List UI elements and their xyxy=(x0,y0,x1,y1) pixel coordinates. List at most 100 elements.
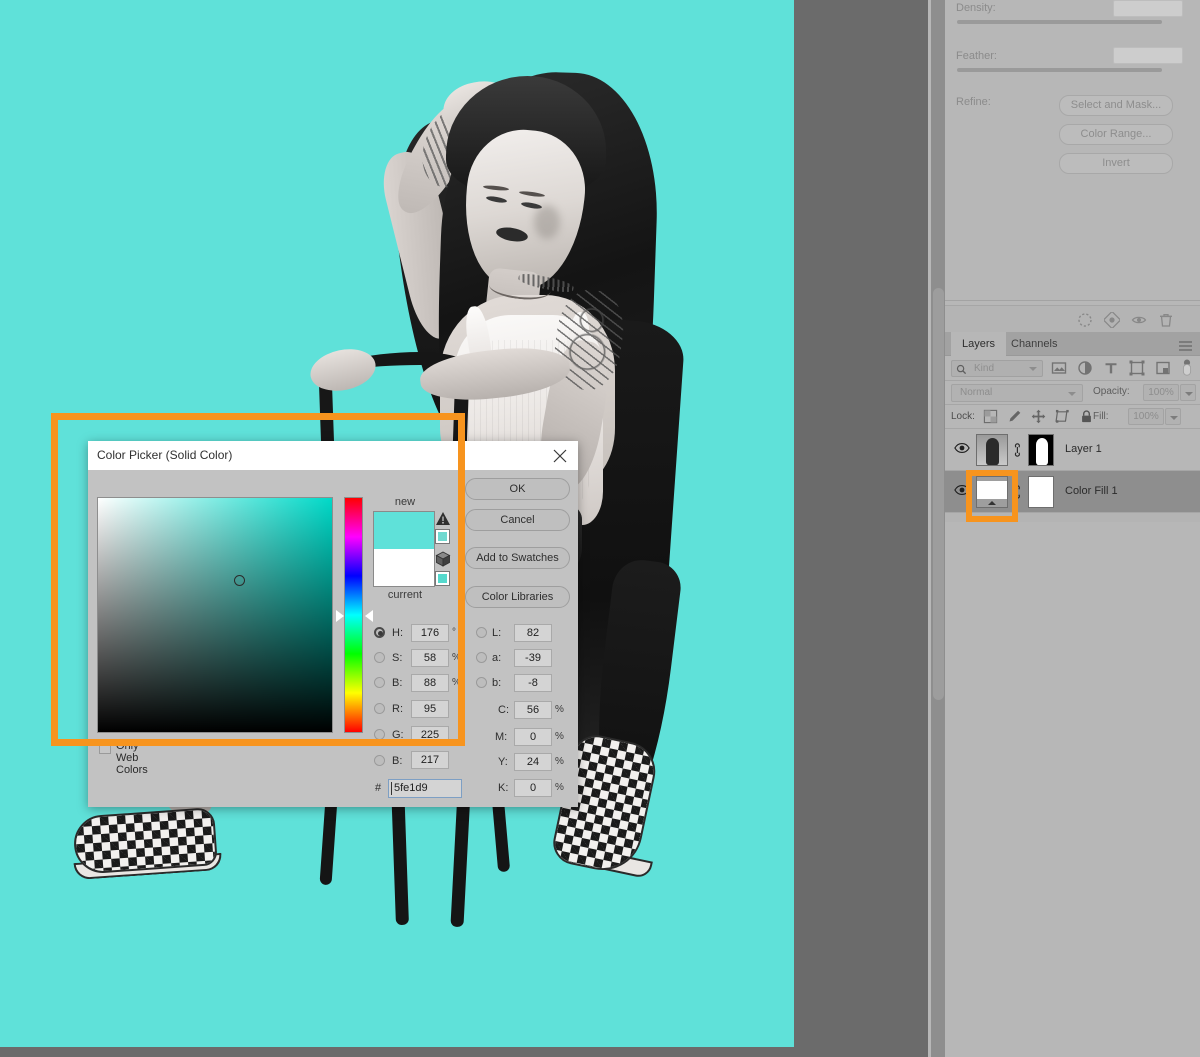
cyan-label: C: xyxy=(498,704,509,716)
yellow-label: Y: xyxy=(498,756,508,768)
filter-pixel-icon[interactable] xyxy=(1051,360,1067,376)
lock-artboard-nesting-icon[interactable] xyxy=(1055,409,1070,424)
lab-a-label: a: xyxy=(492,652,502,664)
layer-mask-image xyxy=(1029,435,1053,465)
layer-mask-thumbnail[interactable] xyxy=(1028,434,1054,466)
opacity-value[interactable]: 100% xyxy=(1143,384,1179,401)
annotation-rectangle-color-fill-thumbnail xyxy=(966,470,1018,522)
density-value-field[interactable] xyxy=(1113,0,1183,17)
blend-mode-row: Normal Opacity: 100% xyxy=(945,381,1200,405)
ok-button[interactable]: OK xyxy=(465,478,570,500)
opacity-stepper[interactable] xyxy=(1180,384,1196,401)
black-label: K: xyxy=(498,782,509,794)
hex-input-caret xyxy=(391,782,392,795)
kind-filter-select[interactable]: Kind xyxy=(951,360,1043,377)
lab-a-radio[interactable] xyxy=(476,652,487,663)
hex-prefix-label: # xyxy=(375,782,382,794)
black-unit: % xyxy=(555,782,564,793)
layer-name: Color Fill 1 xyxy=(1065,485,1118,497)
invert-button[interactable]: Invert xyxy=(1059,153,1173,174)
lock-all-icon[interactable] xyxy=(1079,409,1094,424)
fill-label: Fill: xyxy=(1093,411,1109,422)
layer-filter-row: Kind xyxy=(945,356,1200,381)
close-icon[interactable] xyxy=(551,447,569,465)
lock-icon-group xyxy=(983,409,1094,424)
magenta-label: M: xyxy=(495,731,508,743)
density-slider[interactable] xyxy=(957,20,1162,24)
blend-mode-select[interactable]: Normal xyxy=(951,384,1083,402)
lock-position-icon[interactable] xyxy=(1031,409,1046,424)
lab-b-input[interactable]: -8 xyxy=(514,674,552,692)
panel-divider xyxy=(945,300,1200,301)
properties-masks-panel: Density: Feather: Refine: Select and Mas… xyxy=(945,0,1200,300)
shoe-left xyxy=(72,807,218,875)
opacity-label: Opacity: xyxy=(1093,386,1130,397)
annotation-rectangle-color-picker xyxy=(51,413,465,746)
dock-scrollbar-thumb[interactable] xyxy=(933,288,944,700)
opacity-chevron-down-icon xyxy=(1185,392,1193,396)
feather-slider[interactable] xyxy=(957,68,1162,72)
fill-stepper[interactable] xyxy=(1165,408,1181,425)
blue-label: B: xyxy=(392,755,403,767)
table-row[interactable]: Layer 1 xyxy=(945,429,1200,471)
lab-b-label: b: xyxy=(492,677,502,689)
yellow-input[interactable]: 24 xyxy=(514,753,552,771)
kind-chevron-down-icon xyxy=(1029,367,1037,371)
hand-on-chair xyxy=(306,343,380,397)
select-and-mask-button[interactable]: Select and Mask... xyxy=(1059,95,1173,116)
lock-label: Lock: xyxy=(951,411,975,422)
eye-icon[interactable] xyxy=(954,442,970,454)
lock-row: Lock: Fill: 100% xyxy=(945,405,1200,429)
blue-radio[interactable] xyxy=(374,755,385,766)
hex-input[interactable]: 5fe1d9 xyxy=(388,779,462,798)
layer-thumbnail-image xyxy=(977,435,1007,465)
cyan-input[interactable]: 56 xyxy=(514,701,552,719)
apply-mask-icon[interactable] xyxy=(1104,312,1120,328)
tab-channels[interactable]: Channels xyxy=(1000,332,1068,356)
canvas-bottom-strip xyxy=(0,1047,794,1057)
filter-type-icons xyxy=(1051,359,1193,377)
kind-filter-label: Kind xyxy=(974,363,995,374)
filter-smart-object-icon[interactable] xyxy=(1155,360,1171,376)
link-icon[interactable] xyxy=(1013,443,1023,457)
layer-thumbnail[interactable] xyxy=(976,434,1008,466)
filter-type-icon[interactable] xyxy=(1103,360,1119,376)
panel-menu-icon[interactable] xyxy=(1179,341,1192,351)
layers-panel-empty-area xyxy=(945,522,1200,1057)
load-selection-icon[interactable] xyxy=(1077,312,1093,328)
workspace-background xyxy=(794,0,928,1057)
properties-panel-footer xyxy=(945,305,1200,332)
fill-value[interactable]: 100% xyxy=(1128,408,1164,425)
lock-transparent-pixels-icon[interactable] xyxy=(983,409,998,424)
search-icon xyxy=(956,364,967,375)
panel-tab-strip: Layers Channels xyxy=(945,332,1200,356)
lab-lightness-radio[interactable] xyxy=(476,627,487,638)
photoshop-window: Density: Feather: Refine: Select and Mas… xyxy=(0,0,1200,1057)
layer-name: Layer 1 xyxy=(1065,443,1102,455)
blend-mode-value: Normal xyxy=(960,387,993,398)
black-input[interactable]: 0 xyxy=(514,779,552,797)
filter-shape-icon[interactable] xyxy=(1129,360,1145,376)
lab-b-radio[interactable] xyxy=(476,677,487,688)
lab-lightness-input[interactable]: 82 xyxy=(514,624,552,642)
tab-layers[interactable]: Layers xyxy=(951,332,1007,356)
cancel-button[interactable]: Cancel xyxy=(465,509,570,531)
color-libraries-button[interactable]: Color Libraries xyxy=(465,586,570,608)
feather-value-field[interactable] xyxy=(1113,47,1183,64)
magenta-unit: % xyxy=(555,731,564,742)
checkerboard-pattern-left xyxy=(74,809,216,873)
density-label: Density: xyxy=(956,2,996,14)
filter-toggle-icon[interactable] xyxy=(1181,359,1193,377)
magenta-input[interactable]: 0 xyxy=(514,728,552,746)
add-to-swatches-button[interactable]: Add to Swatches xyxy=(465,547,570,569)
lab-a-input[interactable]: -39 xyxy=(514,649,552,667)
filter-adjustment-icon[interactable] xyxy=(1077,360,1093,376)
color-range-button[interactable]: Color Range... xyxy=(1059,124,1173,145)
lock-image-pixels-icon[interactable] xyxy=(1007,409,1022,424)
layer-mask-thumbnail[interactable] xyxy=(1028,476,1054,508)
toggle-mask-visibility-icon[interactable] xyxy=(1131,312,1147,328)
delete-mask-icon[interactable] xyxy=(1158,312,1174,328)
feather-label: Feather: xyxy=(956,50,997,62)
blend-chevron-down-icon xyxy=(1068,392,1076,396)
blue-input[interactable]: 217 xyxy=(411,751,449,769)
